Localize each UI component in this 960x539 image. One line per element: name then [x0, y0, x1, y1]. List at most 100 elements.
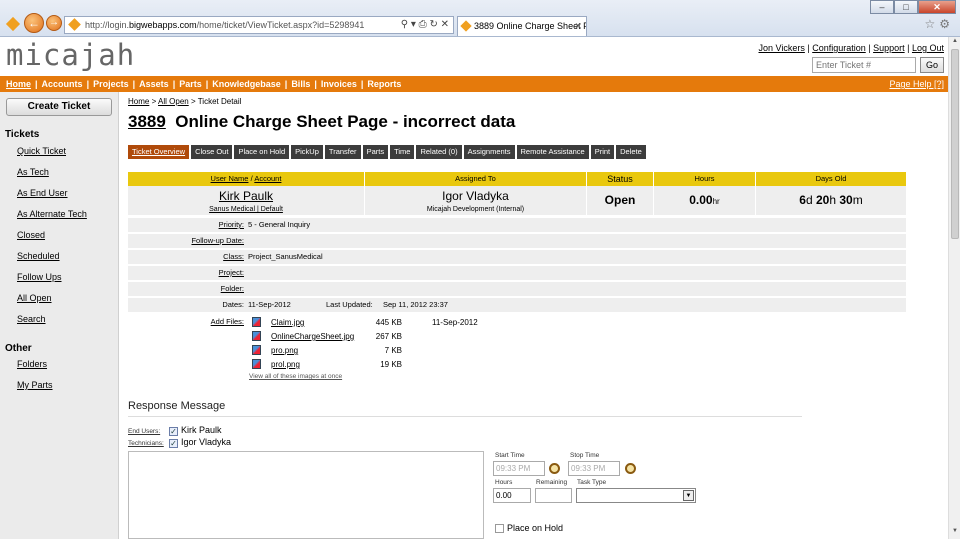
tab-ticket-overview[interactable]: Ticket Overview: [128, 145, 190, 159]
tab-close-out[interactable]: Close Out: [191, 145, 233, 159]
browser-chrome: – □ ✕ ← → http://login.bigwebapps.com/ho…: [0, 0, 960, 37]
tab-print[interactable]: Print: [590, 145, 615, 159]
file-link[interactable]: OnlineChargeSheet.jpg: [271, 330, 354, 343]
file-size: 267 KB: [375, 332, 402, 341]
task-type-select[interactable]: ▼: [576, 488, 696, 503]
account-link[interactable]: Sanus Medical | Default: [209, 206, 283, 213]
scroll-up-icon[interactable]: ▲: [949, 38, 960, 48]
tab-place-on-hold[interactable]: Place on Hold: [234, 145, 290, 159]
minimize-button[interactable]: –: [870, 0, 894, 14]
technicians-label[interactable]: Technicians:: [128, 440, 164, 447]
sidebar-item-search[interactable]: Search: [17, 314, 46, 324]
folder-label[interactable]: Folder:: [128, 282, 244, 296]
address-bar[interactable]: http://login.bigwebapps.com/home/ticket/…: [64, 16, 454, 34]
divider: [128, 416, 802, 417]
back-button[interactable]: ←: [24, 13, 44, 33]
support-link[interactable]: Support: [873, 43, 905, 53]
nav-bills[interactable]: Bills: [291, 79, 310, 89]
nav-parts[interactable]: Parts: [179, 79, 202, 89]
summary-header-row: User Name / Account Assigned To Status H…: [128, 172, 906, 186]
go-button[interactable]: Go: [920, 57, 944, 73]
view-all-images-link[interactable]: View all of these images at once: [249, 373, 342, 380]
hours-input[interactable]: 0.00: [493, 488, 531, 503]
breadcrumb-home[interactable]: Home: [128, 97, 149, 106]
add-files-link[interactable]: Add Files:: [128, 317, 244, 326]
end-user-link[interactable]: Kirk Paulk: [128, 189, 364, 203]
days-old-cell: 6d 20h 30m: [756, 186, 906, 215]
tab-delete[interactable]: Delete: [616, 145, 646, 159]
page-help-link[interactable]: Page Help [?]: [889, 76, 944, 92]
favorites-settings-icon[interactable]: ☆⚙: [924, 17, 954, 31]
sidebar-item-as-alternate-tech[interactable]: As Alternate Tech: [17, 209, 87, 219]
scroll-down-icon[interactable]: ▼: [949, 528, 960, 538]
priority-label[interactable]: Priority:: [128, 218, 244, 232]
stop-time-input[interactable]: 09:33 PM: [568, 461, 620, 476]
close-tab-icon[interactable]: ✕: [574, 17, 582, 35]
response-textarea[interactable]: [128, 451, 484, 539]
url-prefix: http://login.: [85, 20, 130, 30]
tab-remote-assistance[interactable]: Remote Assistance: [516, 145, 589, 159]
nav-assets[interactable]: Assets: [139, 79, 169, 89]
sidebar-item-follow-ups[interactable]: Follow Ups: [17, 272, 62, 282]
address-tools-icon[interactable]: ⚲ ▾ ⎙ ↻ ✕: [401, 17, 449, 33]
sidebar-item-scheduled[interactable]: Scheduled: [17, 251, 60, 261]
nav-reports[interactable]: Reports: [367, 79, 401, 89]
sidebar: Create Ticket Tickets Quick Ticket As Te…: [0, 92, 119, 539]
logout-link[interactable]: Log Out: [912, 43, 944, 53]
place-on-hold-checkbox[interactable]: [495, 524, 504, 533]
tab-time[interactable]: Time: [390, 145, 415, 159]
image-file-icon: [252, 317, 261, 327]
nav-accounts[interactable]: Accounts: [42, 79, 83, 89]
sidebar-item-closed[interactable]: Closed: [17, 230, 45, 240]
scroll-thumb[interactable]: [951, 49, 959, 239]
last-updated-label: Last Updated:: [326, 300, 373, 309]
configuration-link[interactable]: Configuration: [812, 43, 866, 53]
ticket-number-input[interactable]: [812, 57, 916, 73]
file-link[interactable]: pro.png: [271, 344, 298, 357]
breadcrumb-all-open[interactable]: All Open: [158, 97, 189, 106]
nav-knowledgebase[interactable]: Knowledgebase: [212, 79, 281, 89]
create-ticket-button[interactable]: Create Ticket: [6, 98, 112, 116]
technician-checkbox[interactable]: ✓: [169, 439, 178, 448]
tab-assignments[interactable]: Assignments: [463, 145, 515, 159]
nav-home[interactable]: Home: [6, 79, 31, 89]
sidebar-item-folders[interactable]: Folders: [17, 359, 47, 369]
sidebar-item-quick-ticket[interactable]: Quick Ticket: [17, 146, 66, 156]
ticket-number[interactable]: 3889: [128, 112, 166, 131]
hours-unit: hr: [712, 197, 720, 206]
account-header-link[interactable]: Account: [254, 174, 281, 183]
project-label[interactable]: Project:: [128, 266, 244, 280]
sidebar-item-as-end-user[interactable]: As End User: [17, 188, 68, 198]
sidebar-item-my-parts[interactable]: My Parts: [17, 380, 53, 390]
nav-projects[interactable]: Projects: [93, 79, 129, 89]
stop-clock-icon[interactable]: [625, 463, 636, 474]
start-time-input[interactable]: 09:33 PM: [493, 461, 545, 476]
place-on-hold-label: Place on Hold: [507, 523, 564, 533]
followup-label[interactable]: Follow-up Date:: [128, 234, 244, 248]
start-clock-icon[interactable]: [549, 463, 560, 474]
maximize-button[interactable]: □: [894, 0, 918, 14]
file-link[interactable]: Claim.jpg: [271, 316, 304, 329]
vertical-scrollbar[interactable]: ▲ ▼: [948, 37, 960, 539]
close-window-button[interactable]: ✕: [918, 0, 956, 14]
sidebar-item-as-tech[interactable]: As Tech: [17, 167, 49, 177]
tab-related[interactable]: Related (0): [416, 145, 462, 159]
nav-invoices[interactable]: Invoices: [321, 79, 357, 89]
tab-transfer[interactable]: Transfer: [324, 145, 361, 159]
tab-parts[interactable]: Parts: [362, 145, 389, 159]
user-cell: Kirk Paulk Sanus Medical | Default: [128, 186, 365, 215]
tab-pickup[interactable]: PickUp: [291, 145, 323, 159]
user-name-header-link[interactable]: User Name: [211, 174, 249, 183]
end-user-checkbox[interactable]: ✓: [169, 427, 178, 436]
days-old-header: Days Old: [815, 174, 847, 183]
class-row: Class: Project_SanusMedical: [128, 250, 906, 264]
browser-tab[interactable]: 3889 Online Charge Sheet P... ✕: [457, 16, 587, 36]
followup-row: Follow-up Date:: [128, 234, 906, 248]
remaining-input[interactable]: [535, 488, 572, 503]
end-users-label[interactable]: End Users:: [128, 428, 160, 435]
user-name-link[interactable]: Jon Vickers: [759, 43, 805, 53]
forward-button[interactable]: →: [46, 15, 62, 31]
class-label[interactable]: Class:: [128, 250, 244, 264]
sidebar-item-all-open[interactable]: All Open: [17, 293, 52, 303]
file-link[interactable]: prol.png: [271, 358, 300, 371]
